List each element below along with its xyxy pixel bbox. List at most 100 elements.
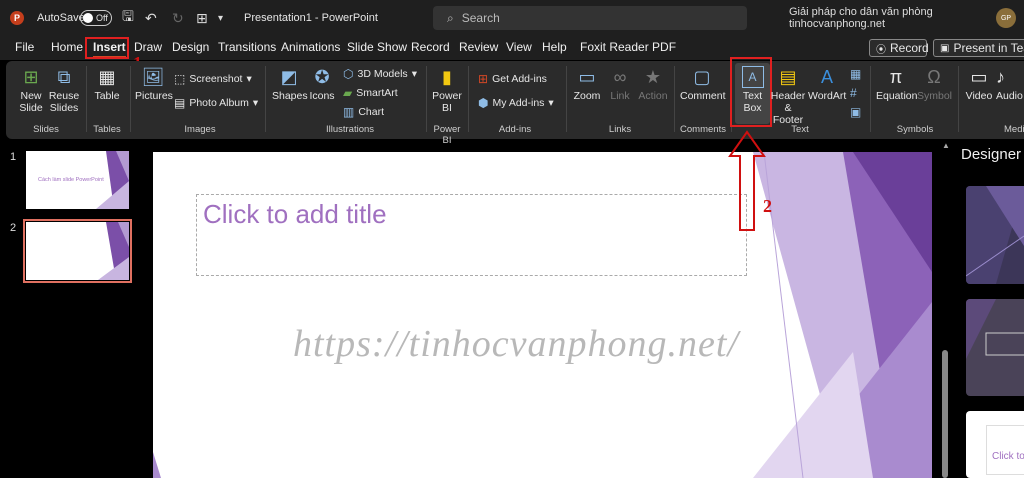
slide-2-thumbnail[interactable]	[23, 219, 132, 283]
photo-album-icon: ▤	[174, 96, 186, 110]
header-footer-icon: ▤	[779, 67, 797, 87]
tab-view[interactable]: View	[506, 40, 532, 54]
scroll-up-icon[interactable]: ▲	[942, 141, 950, 150]
symbol-button[interactable]: Ω Symbol	[917, 66, 953, 102]
insert-tab-highlight-box	[85, 37, 129, 59]
reuse-slides-icon: ⧉	[57, 67, 71, 87]
shapes-label: Shapes	[272, 90, 308, 102]
chart-icon: ▥	[343, 105, 355, 119]
zoom-icon: ▭	[578, 67, 596, 87]
autosave-label: AutoSave	[37, 12, 85, 24]
smartart-button[interactable]: ▰ SmartArt	[343, 86, 398, 100]
tab-animations[interactable]: Animations	[281, 40, 340, 54]
pictures-button[interactable]: 🖼 Pictures	[135, 66, 173, 102]
tab-help[interactable]: Help	[542, 40, 567, 54]
designer-suggestion-3[interactable]: Click to	[966, 411, 1024, 478]
search-icon: ⌕	[447, 10, 454, 25]
search-box[interactable]: ⌕ Search	[433, 6, 747, 30]
get-addins-icon: ⊞	[478, 72, 489, 86]
customize-toolbar-icon[interactable]: ▾	[218, 0, 223, 36]
tab-foxit-reader-pdf[interactable]: Foxit Reader PDF	[580, 40, 676, 54]
tab-home[interactable]: Home	[51, 40, 83, 54]
table-button[interactable]: ▦ Table	[92, 66, 122, 102]
video-button[interactable]: ▭ Video	[964, 66, 994, 102]
chart-button[interactable]: ▥ Chart	[343, 105, 384, 119]
shapes-icon: ◩	[280, 67, 298, 87]
redo-icon[interactable]: ↻	[172, 0, 184, 36]
comment-icon: ▢	[693, 67, 711, 87]
symbol-label: Symbol	[917, 90, 953, 102]
present-in-teams-button[interactable]: ▣ Present in Teams	[933, 39, 1024, 57]
audio-button[interactable]: ♪ Audio	[996, 66, 1024, 102]
new-slide-icon: ⊞	[23, 67, 39, 87]
my-addins-button[interactable]: ⬢ My Add-ins ▾	[478, 96, 554, 110]
designer-pane-title: Designer	[961, 146, 1022, 163]
new-slide-label: New Slide	[19, 90, 43, 114]
tab-review[interactable]: Review	[459, 40, 498, 54]
title-placeholder[interactable]: Click to add title	[196, 194, 747, 276]
designer-suggestion-2[interactable]	[966, 299, 1024, 396]
annotation-up-arrow-icon	[728, 130, 766, 231]
audio-icon: ♪	[996, 67, 1005, 87]
tab-draw[interactable]: Draw	[134, 40, 162, 54]
tab-record[interactable]: Record	[411, 40, 450, 54]
comment-button[interactable]: ▢ Comment	[680, 66, 726, 102]
zoom-label: Zoom	[573, 90, 601, 102]
powerpoint-logo-icon: P	[10, 0, 26, 36]
user-avatar[interactable]: GP	[996, 8, 1016, 28]
present-button-label: Present in Teams	[953, 41, 1024, 55]
tab-slide-show[interactable]: Slide Show	[347, 40, 407, 54]
group-tables: Tables	[93, 124, 121, 135]
designer-suggestion-1-art	[966, 186, 1024, 284]
group-symbols: Symbols	[896, 124, 934, 135]
tab-file[interactable]: File	[15, 40, 34, 54]
icons-icon: ✪	[314, 67, 330, 87]
screenshot-icon: ⬚	[174, 72, 186, 86]
link-button[interactable]: ∞ Link	[606, 66, 634, 102]
date-time-button[interactable]: ▦	[850, 67, 861, 81]
screenshot-button[interactable]: ⬚ Screenshot ▾	[174, 72, 252, 86]
separator	[426, 66, 427, 132]
save-icon[interactable]: 🖫	[122, 0, 134, 36]
3d-cube-icon: ⬡	[343, 67, 354, 81]
designer-suggestion-1[interactable]	[966, 186, 1024, 284]
slide-canvas[interactable]: Click to add title https://tinhocvanphon…	[153, 152, 932, 478]
separator	[870, 66, 871, 132]
new-slide-button[interactable]: ⊞ New Slide	[14, 66, 48, 114]
vertical-scrollbar[interactable]	[942, 150, 948, 478]
zoom-button[interactable]: ▭ Zoom	[572, 66, 602, 102]
wordart-button[interactable]: A WordArt	[808, 66, 846, 102]
power-bi-button[interactable]: ▮ Power BI	[432, 66, 462, 114]
header-footer-button[interactable]: ▤ Header & Footer	[770, 66, 806, 126]
shapes-button[interactable]: ◩ Shapes	[272, 66, 308, 102]
photo-album-button[interactable]: ▤ Photo Album ▾	[174, 96, 258, 110]
get-addins-label: Get Add-ins	[492, 73, 547, 85]
undo-icon[interactable]: ↶	[145, 0, 157, 36]
icons-button[interactable]: ✪ Icons	[308, 66, 336, 102]
scrollbar-thumb[interactable]	[942, 350, 948, 478]
tab-transitions[interactable]: Transitions	[218, 40, 276, 54]
slide-1-thumbnail[interactable]: Cách làm slide PowerPoint	[26, 151, 129, 209]
title-placeholder-text: Click to add title	[203, 199, 387, 229]
equation-button[interactable]: π Equation	[876, 66, 917, 102]
document-title: Presentation1 - PowerPoint	[244, 12, 378, 24]
present-from-start-icon[interactable]: ⊞	[196, 0, 208, 36]
object-button[interactable]: ▣	[850, 105, 861, 119]
group-text: Text	[791, 124, 809, 135]
video-icon: ▭	[970, 67, 988, 87]
tab-design[interactable]: Design	[172, 40, 209, 54]
audio-label: Audio	[996, 90, 1023, 102]
record-button[interactable]: ⦿ Record	[869, 39, 929, 57]
toggle-knob-icon	[83, 13, 93, 23]
3d-models-button[interactable]: ⬡ 3D Models ▾	[343, 67, 417, 81]
record-icon: ⦿	[876, 44, 886, 56]
slide-number-button[interactable]: #	[850, 86, 857, 100]
autosave-toggle[interactable]: Off	[80, 10, 112, 26]
reuse-slides-button[interactable]: ⧉ Reuse Slides	[48, 66, 80, 114]
designer-suggestion-3-text: Click to	[992, 451, 1024, 462]
separator	[958, 66, 959, 132]
account-tagline: Giải pháp cho dân văn phòng tinhocvanpho…	[789, 6, 933, 30]
icons-label: Icons	[309, 90, 335, 102]
get-addins-button[interactable]: ⊞ Get Add-ins	[478, 72, 547, 86]
action-button[interactable]: ★ Action	[637, 66, 669, 102]
